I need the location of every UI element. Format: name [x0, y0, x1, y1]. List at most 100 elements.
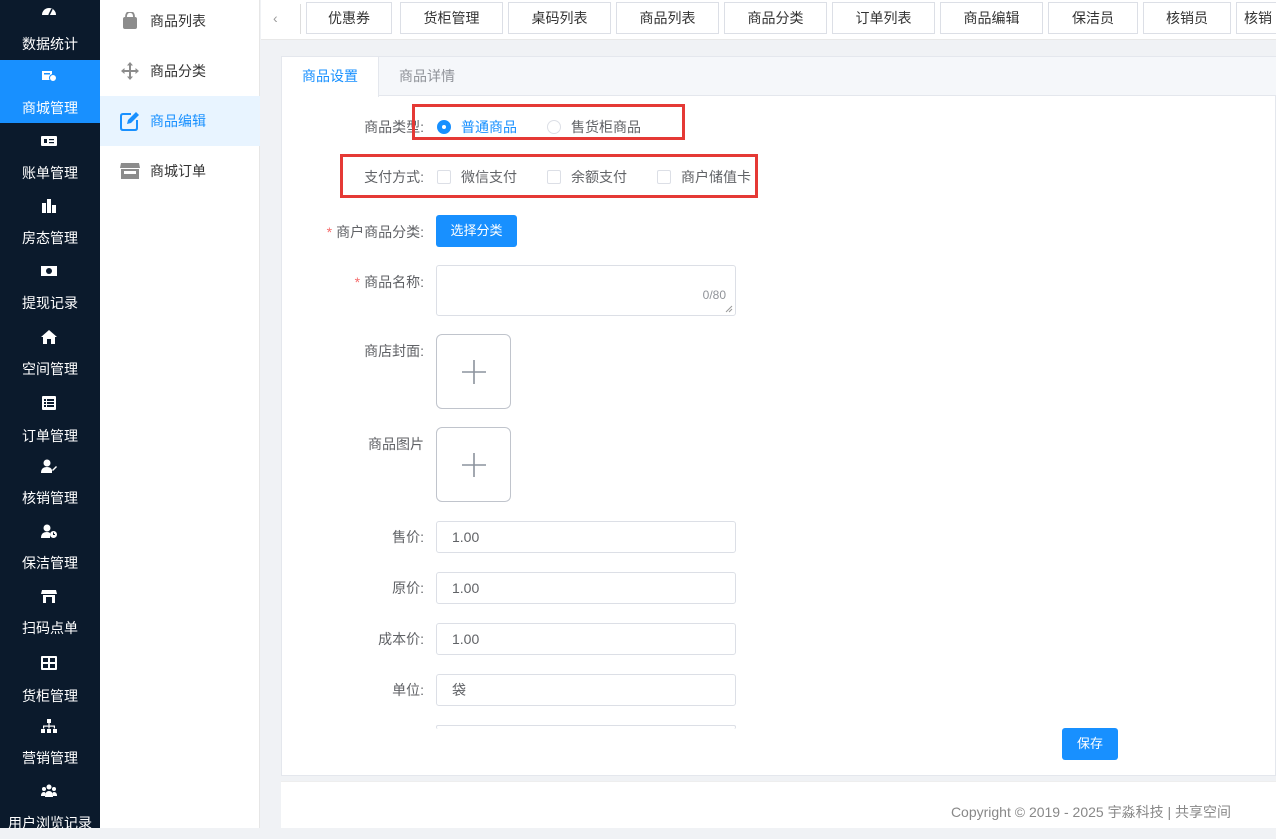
- divider: [300, 4, 301, 34]
- cover-label: 商店封面:: [364, 343, 424, 359]
- tab-verifier[interactable]: 核销员: [1143, 2, 1231, 34]
- nav-label: 核销管理: [22, 490, 78, 506]
- original-price-label: 原价:: [392, 580, 424, 596]
- shop-icon: [41, 69, 57, 83]
- money-icon: [41, 264, 57, 278]
- tab-table-code-list[interactable]: 桌码列表: [508, 2, 611, 34]
- plus-icon: [461, 359, 486, 384]
- nav-item-rooms[interactable]: 房态管理: [0, 190, 100, 253]
- select-category-button[interactable]: 选择分类: [436, 215, 517, 247]
- product-name-input[interactable]: 0/80: [436, 265, 736, 316]
- chevron-left-icon[interactable]: ‹: [273, 10, 287, 26]
- price-input[interactable]: 1.00: [436, 521, 736, 553]
- cover-uploader[interactable]: [436, 334, 511, 409]
- cost-price-label: 成本价:: [378, 631, 424, 647]
- home-icon: [41, 330, 57, 344]
- category-label: * 商户商品分类:: [284, 223, 424, 241]
- nav-item-orders[interactable]: 订单管理: [0, 388, 100, 451]
- nav-label: 数据统计: [22, 36, 78, 52]
- edit-icon: [120, 111, 140, 131]
- highlight-box: [412, 104, 685, 140]
- save-button[interactable]: 保存: [1062, 728, 1118, 760]
- storefront-icon: [120, 161, 140, 181]
- move-icon: [120, 61, 140, 81]
- char-counter: 0/80: [702, 288, 726, 302]
- nav-item-cabinet[interactable]: 货柜管理: [0, 648, 100, 711]
- product-edit-card: 商品设置 商品详情 商品类型: 普通商品 售货柜商品 支付方式: 微信支付 余额…: [281, 56, 1276, 776]
- subnav-item-product-list[interactable]: 商品列表: [100, 0, 260, 46]
- unit-label: 单位:: [392, 682, 424, 698]
- price-label: 售价:: [392, 529, 424, 545]
- original-price-input[interactable]: 1.00: [436, 572, 736, 604]
- nav-label: 扫码点单: [22, 620, 78, 636]
- highlight-box: [340, 154, 758, 198]
- subnav-label: 商品编辑: [150, 113, 206, 129]
- tab-product-edit[interactable]: 商品编辑: [940, 2, 1043, 34]
- card-tabs: 商品设置 商品详情: [282, 57, 1276, 97]
- nav-label: 空间管理: [22, 361, 78, 377]
- nav-item-bills[interactable]: 账单管理: [0, 125, 100, 188]
- nav-item-marketing[interactable]: 营销管理: [0, 711, 100, 774]
- store-icon: [41, 589, 57, 603]
- tab-verify-more[interactable]: 核销: [1236, 2, 1276, 34]
- tab-product-list[interactable]: 商品列表: [616, 2, 719, 34]
- subnav-label: 商城订单: [150, 163, 206, 179]
- nav-label: 房态管理: [22, 230, 78, 246]
- sub-navigation: 商品列表 商品分类 商品编辑 商城订单: [100, 0, 260, 828]
- sitemap-icon: [41, 719, 57, 733]
- nav-label: 货柜管理: [22, 688, 78, 704]
- product-name-label: * 商品名称:: [284, 273, 424, 291]
- unit-input[interactable]: 袋: [436, 674, 736, 706]
- nav-item-shop[interactable]: 商城管理: [0, 60, 100, 123]
- nav-item-scan-order[interactable]: 扫码点单: [0, 582, 100, 645]
- tab-product-category[interactable]: 商品分类: [724, 2, 827, 34]
- tab-cabinet-manage[interactable]: 货柜管理: [400, 2, 503, 34]
- nav-label: 营销管理: [22, 750, 78, 766]
- nav-item-cleaning[interactable]: 保洁管理: [0, 517, 100, 580]
- cost-price-input[interactable]: 1.00: [436, 623, 736, 655]
- subnav-item-shop-orders[interactable]: 商城订单: [100, 146, 260, 196]
- footer: Copyright © 2019 - 2025 宇淼科技 | 共享空间: [281, 781, 1276, 828]
- nav-item-verify[interactable]: 核销管理: [0, 452, 100, 515]
- dashboard-icon: [41, 4, 57, 18]
- user-edit-icon: [41, 459, 57, 473]
- nav-label: 商城管理: [22, 100, 78, 116]
- tab-product-details[interactable]: 商品详情: [379, 57, 475, 96]
- tab-coupon[interactable]: 优惠券: [306, 2, 392, 34]
- nav-item-withdraw[interactable]: 提现记录: [0, 255, 100, 318]
- nav-label: 保洁管理: [22, 555, 78, 571]
- building-icon: [41, 199, 57, 213]
- required-mark: *: [354, 274, 361, 290]
- main-sidebar: 数据统计 商城管理 账单管理 房态管理 提现记录 空间管理 订单管理 核销管理 …: [0, 0, 100, 831]
- tab-product-settings[interactable]: 商品设置: [282, 57, 379, 97]
- bill-icon: [41, 134, 57, 148]
- tab-bar: ‹ 优惠券 货柜管理 桌码列表 商品列表 商品分类 订单列表 商品编辑 保洁员 …: [261, 0, 1276, 40]
- resize-grip-icon[interactable]: [725, 305, 733, 313]
- users-icon: [41, 784, 57, 798]
- next-field-input[interactable]: [436, 725, 736, 729]
- subnav-item-product-edit[interactable]: 商品编辑: [100, 96, 260, 146]
- subnav-label: 商品分类: [150, 63, 206, 79]
- shopping-bag-icon: [120, 11, 140, 31]
- copyright-text: Copyright © 2019 - 2025 宇淼科技 | 共享空间: [950, 804, 1231, 820]
- required-mark: *: [326, 224, 333, 240]
- nav-label: 用户浏览记录: [8, 815, 92, 831]
- tab-cleaner[interactable]: 保洁员: [1048, 2, 1138, 34]
- nav-item-stats[interactable]: 数据统计: [0, 0, 100, 52]
- nav-label: 订单管理: [22, 428, 78, 444]
- product-type-label: 商品类型:: [364, 119, 424, 135]
- nav-item-space[interactable]: 空间管理: [0, 320, 100, 383]
- grid-icon: [41, 656, 57, 670]
- subnav-item-product-category[interactable]: 商品分类: [100, 46, 260, 96]
- nav-label: 账单管理: [22, 165, 78, 181]
- user-clock-icon: [41, 524, 57, 538]
- product-images-label: 商品图片: [368, 436, 424, 452]
- tab-order-list[interactable]: 订单列表: [832, 2, 935, 34]
- product-images-uploader[interactable]: [436, 427, 511, 502]
- category-label-text: 商户商品分类:: [336, 224, 424, 240]
- nav-item-browse-history[interactable]: 用户浏览记录: [0, 776, 100, 839]
- plus-icon: [461, 452, 486, 477]
- subnav-label: 商品列表: [150, 13, 206, 29]
- product-name-label-text: 商品名称:: [364, 274, 424, 290]
- nav-label: 提现记录: [22, 295, 78, 311]
